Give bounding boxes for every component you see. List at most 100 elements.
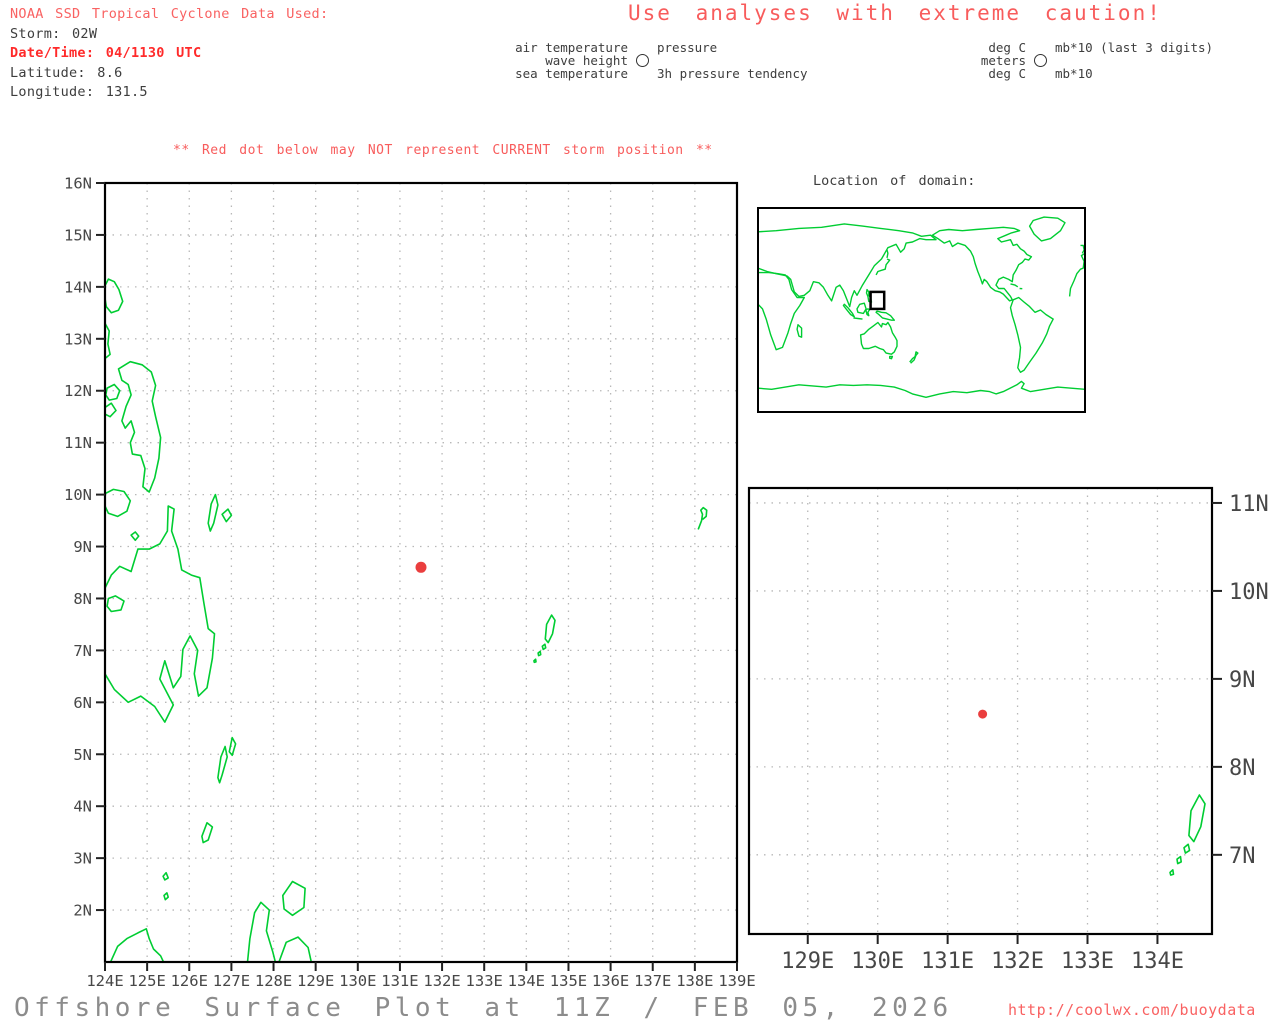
world-coastline-cuba (1010, 283, 1019, 288)
main-coastline-camiguin (130, 531, 140, 542)
main-coastline-bohol (105, 488, 132, 518)
world-coastline-australia (859, 321, 898, 355)
main-coastline-halmahera-3 (278, 936, 313, 962)
domain-location-rect (869, 290, 886, 311)
zoom-coastline-palau-islet-b (1176, 855, 1182, 865)
inset-map-title: Location of domain: (813, 173, 976, 189)
world-coastline-greenland (1028, 216, 1066, 242)
units-circle-icon (1034, 54, 1047, 67)
storm-position-dot-zoom (978, 709, 988, 719)
main-coastline-mindanao (105, 505, 216, 723)
main-coastline-halmahera-1 (246, 901, 277, 962)
main-coastline-palau-islet-c (533, 658, 537, 664)
main-coastline-islet-2 (163, 892, 169, 901)
main-coastline-masbate-2 (105, 402, 117, 418)
world-coastline-uk (1080, 244, 1085, 254)
main-coastline-samar-leyte (117, 360, 162, 493)
main-map-lat-label: 15N (64, 226, 92, 244)
zoom-map-lon-label: 129E (781, 949, 834, 974)
main-map-lat-label: 9N (73, 538, 92, 556)
main-map-lon-label: 125E (128, 972, 165, 990)
world-coastline-south-america (1009, 296, 1054, 373)
latitude-line: Latitude: 8.6 (10, 64, 123, 81)
main-map-lon-label: 136E (592, 972, 629, 990)
main-map-lon-label: 130E (339, 972, 376, 990)
main-coastline-dinagat (207, 493, 219, 532)
zoom-map-lat-label: 7N (1229, 844, 1256, 869)
world-coastline-borneo (856, 302, 867, 315)
main-map-lat-label: 2N (73, 902, 92, 920)
main-map-lat-label: 3N (73, 850, 92, 868)
storm-position-dot-main (415, 561, 427, 573)
offshore-surface-plot-page: 16N 15N 14N 13N 12N 11N 10N 9N 8N 7N 6N 5N 4N 3N 2N 124… (0, 0, 1280, 1024)
source-label: NOAA SSD Tropical Cyclone Data Used: (10, 6, 329, 22)
main-map-lon-label: 138E (676, 972, 713, 990)
station-model-left-labels: air temperature wave height sea temperat… (512, 41, 628, 80)
inset-world-map (757, 207, 1086, 413)
world-coastline-sulawesi (865, 308, 871, 317)
main-map-lat-label: 12N (64, 382, 92, 400)
zoom-map-lon-label: 131E (921, 949, 974, 974)
zoom-map-coastlines (458, 366, 1206, 876)
zoom-coastline-samar-leyte (480, 366, 550, 587)
main-map-lon-label: 132E (423, 972, 460, 990)
main-map-lat-label: 6N (73, 694, 92, 712)
inset-world-coastlines (758, 216, 1085, 398)
main-map-lon-label: 134E (508, 972, 545, 990)
main-map-lat-label: 11N (64, 434, 92, 452)
main-map-lat-label: 7N (73, 642, 92, 660)
station-model-right-labels: pressure 3h pressure tendency (657, 41, 808, 80)
storm-id-line: Storm: 02W (10, 25, 98, 42)
main-coastline-sangihe-2 (228, 736, 237, 757)
main-map-lon-label: 129E (297, 972, 334, 990)
zoom-map-lat-label: 11N (1229, 492, 1269, 517)
main-map-lon-label: 131E (381, 972, 418, 990)
world-coastline-sakhalin (886, 249, 889, 259)
main-coastline-siargao (221, 508, 233, 523)
zoom-coastline-palau-islet-a (1183, 843, 1191, 854)
zoom-coastline-siargao (653, 616, 668, 637)
main-coastline-palau-main (544, 614, 556, 644)
main-coastline-palau-islet-a (541, 643, 547, 651)
zoom-coastline-masbate-1 (460, 404, 483, 430)
main-map-lon-label: 133E (466, 972, 503, 990)
world-coastline-antarctica (758, 380, 1085, 398)
main-map-lat-label: 8N (73, 590, 92, 608)
main-map-lon-label: 137E (634, 972, 671, 990)
storm-info-block: NOAA SSD Tropical Cyclone Data Used: Sto… (10, 5, 328, 103)
red-dot-warning: ** Red dot below may NOT represent CURRE… (173, 143, 713, 158)
main-coastline-sulawesi-tip (109, 927, 165, 962)
main-map-lon-label: 126E (171, 972, 208, 990)
zoom-map: 11N 10N 9N 8N 7N 129E 130E 131E 132E 133E 134E (458, 366, 1269, 974)
units-legend: deg C meters deg C mb*10 (last 3 digits)… (976, 41, 1213, 80)
main-map-lon-label: 128E (255, 972, 292, 990)
main-coastline-palau-islet-b (537, 650, 542, 657)
zoom-coastline-lanao-lake (462, 763, 490, 789)
zoom-coastline-palau-main (1188, 794, 1206, 843)
zoom-map-lat-label: 8N (1229, 756, 1256, 781)
main-coastline-yap-islet (697, 506, 708, 530)
station-model-legend: air temperature wave height sea temperat… (512, 41, 808, 80)
unit-deg-c-bottom-label: deg C (988, 66, 1026, 81)
units-left-labels: deg C meters deg C (976, 41, 1026, 80)
main-map-coastlines (105, 278, 708, 962)
unit-mb10-last3-label: mb*10 (last 3 digits) (1055, 40, 1214, 55)
main-map-lat-label: 4N (73, 798, 92, 816)
world-coastline-north-america (931, 226, 1033, 302)
station-circle-icon (636, 54, 649, 67)
zoom-coastline-dinagat (629, 591, 645, 653)
world-coastline-africa (758, 271, 805, 351)
main-map-lat-label: 13N (64, 330, 92, 348)
plot-title: Offshore Surface Plot at 11Z / FEB 05, 2… (14, 993, 953, 1023)
main-coastline-sangihe-1 (217, 745, 228, 784)
main-coastline-islet-1 (162, 871, 169, 881)
longitude-line: Longitude: 131.5 (10, 84, 148, 100)
caution-banner: Use analyses with extreme caution! (628, 1, 1162, 25)
zoom-coastline-masbate-2 (458, 436, 476, 459)
unit-mb10-label: mb*10 (1055, 66, 1093, 81)
zoom-coastline-camiguin (501, 654, 514, 668)
main-map-lat-label: 5N (73, 746, 92, 764)
legend-sea-temperature-label: sea temperature (515, 66, 628, 81)
main-coastline-karakelong (201, 821, 214, 844)
site-url-link[interactable]: http://coolwx.com/buoydata (1008, 1001, 1256, 1019)
